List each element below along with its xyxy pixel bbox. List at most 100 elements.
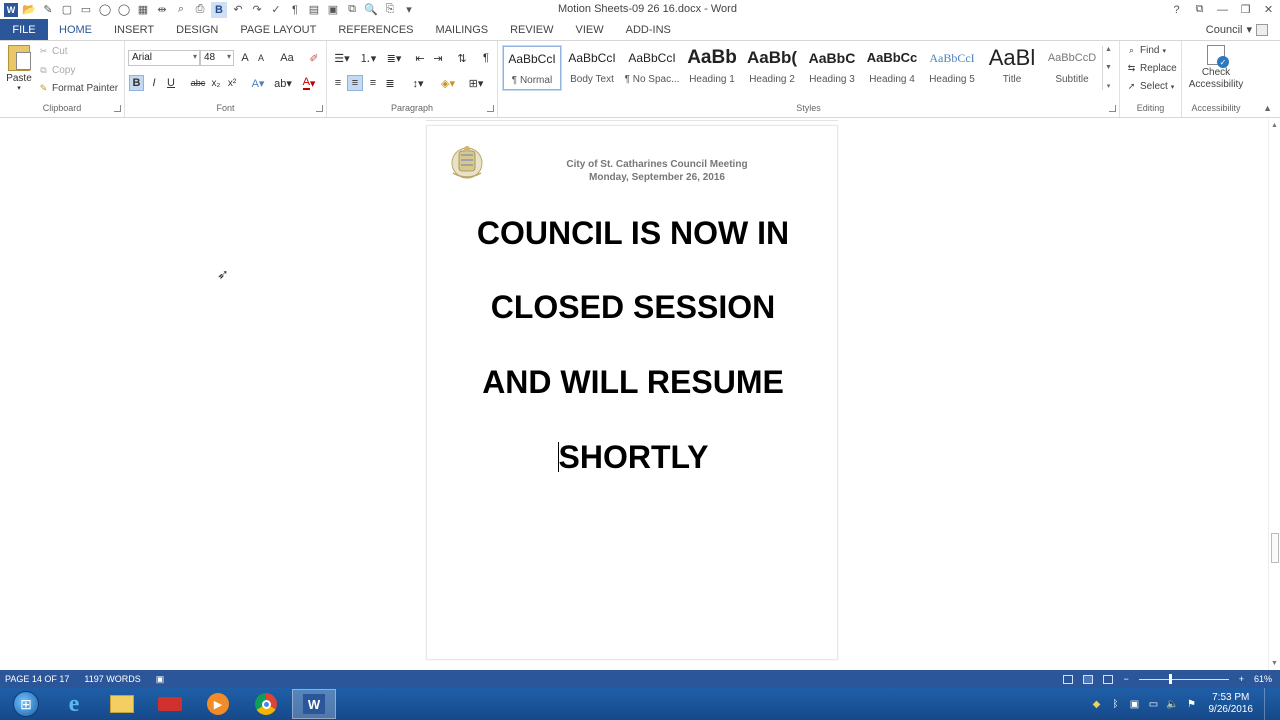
- bluetooth-icon[interactable]: ᛒ: [1110, 698, 1122, 710]
- minimize-button[interactable]: —: [1211, 0, 1234, 19]
- restore-button[interactable]: ❐: [1234, 0, 1257, 19]
- zoom-level[interactable]: 61%: [1254, 674, 1272, 684]
- select-button[interactable]: ➚ Select ▾: [1126, 81, 1175, 92]
- volume-icon[interactable]: 🔈: [1166, 698, 1178, 710]
- bold-button[interactable]: B: [129, 75, 144, 91]
- more-styles-icon[interactable]: ▾: [1107, 82, 1111, 90]
- circle-icon-2[interactable]: ◯: [116, 2, 132, 18]
- tab-file[interactable]: FILE: [0, 19, 48, 40]
- close-button[interactable]: ✕: [1257, 0, 1280, 19]
- taskbar-chrome[interactable]: [244, 689, 288, 719]
- chevron-down-icon[interactable]: ▼: [1105, 64, 1112, 71]
- style-heading-2[interactable]: AaBb( Heading 2: [743, 46, 801, 90]
- decrease-indent-icon[interactable]: ⇤: [413, 50, 427, 66]
- spelling-check-icon[interactable]: ✓: [268, 2, 284, 18]
- underline-button[interactable]: U: [165, 75, 177, 91]
- align-left-icon[interactable]: ≡: [331, 75, 345, 91]
- vertical-scrollbar[interactable]: ▲ ▼: [1268, 119, 1280, 670]
- font-family-select[interactable]: Arial: [128, 50, 200, 66]
- format-painter-icon[interactable]: ✎: [40, 2, 56, 18]
- help-icon[interactable]: ?: [1165, 0, 1188, 19]
- style-body-text[interactable]: AaBbCcI Body Text: [563, 46, 621, 90]
- body-line-4-wrap[interactable]: SHORTLY: [427, 439, 839, 476]
- body-line-2[interactable]: CLOSED SESSION: [427, 289, 839, 326]
- sort-icon[interactable]: ⇅: [455, 50, 469, 66]
- shield-icon[interactable]: ◆: [1091, 698, 1103, 710]
- clear-formatting-icon[interactable]: ✐: [307, 50, 321, 66]
- open-icon[interactable]: ▤: [306, 2, 322, 18]
- bullets-icon[interactable]: ☰▾: [331, 50, 353, 66]
- shrink-font-button[interactable]: A: [254, 50, 268, 66]
- styles-dialog-launcher-icon[interactable]: [1109, 105, 1116, 112]
- tab-home[interactable]: HOME: [48, 19, 103, 40]
- new-document-icon[interactable]: ▢: [59, 2, 75, 18]
- tab-view[interactable]: VIEW: [565, 19, 615, 40]
- body-line-3[interactable]: AND WILL RESUME: [427, 364, 839, 401]
- attach-icon[interactable]: ⎘: [382, 2, 398, 18]
- style-title[interactable]: AaBl Title: [983, 46, 1041, 90]
- copy-button[interactable]: ⧉ Copy: [38, 65, 75, 76]
- style-normal[interactable]: AaBbCcI ¶ Normal: [502, 45, 562, 91]
- borders-icon[interactable]: ⊞▾: [465, 75, 487, 91]
- highlight-color-icon[interactable]: ab▾: [273, 75, 293, 91]
- read-mode-icon[interactable]: [1063, 674, 1074, 684]
- font-color-button[interactable]: A ▾: [299, 75, 319, 91]
- format-painter-button[interactable]: ✎ Format Painter: [38, 83, 118, 94]
- tab-add-ins[interactable]: ADD-INS: [615, 19, 682, 40]
- check-accessibility-button[interactable]: ✓ Check Accessibility: [1186, 45, 1246, 91]
- document-workspace[interactable]: City of St. Catharines Council Meeting M…: [0, 119, 1268, 670]
- paragraph-dialog-launcher-icon[interactable]: [487, 105, 494, 112]
- scroll-up-icon[interactable]: ▲: [1271, 122, 1278, 129]
- copy-page-icon[interactable]: ⧉: [344, 2, 360, 18]
- taskbar-app-red[interactable]: [148, 689, 192, 719]
- style-heading-4[interactable]: AaBbCc Heading 4: [863, 46, 921, 90]
- taskbar-internet-explorer[interactable]: e: [52, 689, 96, 719]
- collapse-ribbon-icon[interactable]: ▲: [1263, 103, 1272, 113]
- tab-design[interactable]: DESIGN: [165, 19, 229, 40]
- customize-qat-icon[interactable]: ▾: [401, 2, 417, 18]
- network-icon[interactable]: ▣: [1129, 698, 1141, 710]
- word-count[interactable]: 1197 WORDS: [84, 674, 140, 684]
- italic-button[interactable]: I: [148, 75, 160, 91]
- align-right-icon[interactable]: ≡: [366, 75, 380, 91]
- ribbon-display-options-icon[interactable]: ⧉: [1188, 0, 1211, 19]
- print-preview-icon[interactable]: ⎙: [192, 2, 208, 18]
- style-heading-1[interactable]: AaBb Heading 1: [683, 46, 741, 90]
- font-dialog-launcher-icon[interactable]: [316, 105, 323, 112]
- print-layout-icon[interactable]: [1083, 674, 1094, 684]
- zoom-out-icon[interactable]: −: [1123, 674, 1128, 684]
- undo-icon[interactable]: ↶: [230, 2, 246, 18]
- change-case-button[interactable]: Aa: [276, 50, 298, 66]
- taskbar-media-player[interactable]: ▶: [196, 689, 240, 719]
- save-icon[interactable]: ▣: [325, 2, 341, 18]
- tab-mailings[interactable]: MAILINGS: [425, 19, 500, 40]
- grow-font-button[interactable]: A: [238, 50, 252, 66]
- shading-icon[interactable]: ◈▾: [437, 75, 459, 91]
- taskbar-file-explorer[interactable]: [100, 689, 144, 719]
- subscript-button[interactable]: x₂: [209, 75, 223, 91]
- power-icon[interactable]: ▭: [1148, 698, 1160, 710]
- style-heading-3[interactable]: AaBbC Heading 3: [803, 46, 861, 90]
- insert-row-icon[interactable]: ⇹: [154, 2, 170, 18]
- cut-button[interactable]: ✂ Cut: [38, 46, 68, 57]
- binoculars-icon[interactable]: ⌕: [173, 2, 189, 18]
- scrollbar-thumb[interactable]: [1271, 533, 1279, 563]
- style-heading-5[interactable]: AaBbCcI Heading 5: [923, 46, 981, 90]
- account-menu[interactable]: Council ▾: [1206, 23, 1268, 36]
- page-icon[interactable]: ▭: [78, 2, 94, 18]
- text-effects-icon[interactable]: A▾: [249, 75, 267, 91]
- paragraph-mark-icon[interactable]: ¶: [287, 2, 303, 18]
- paste-button[interactable]: Paste ▾: [5, 45, 33, 92]
- superscript-button[interactable]: x²: [225, 75, 239, 91]
- style-no-spacing[interactable]: AaBbCcI ¶ No Spac...: [623, 46, 681, 90]
- document-page[interactable]: City of St. Catharines Council Meeting M…: [426, 125, 838, 660]
- increase-indent-icon[interactable]: ⇥: [431, 50, 445, 66]
- multilevel-list-icon[interactable]: ≣▾: [383, 50, 405, 66]
- circle-icon[interactable]: ◯: [97, 2, 113, 18]
- word-app-icon[interactable]: W: [4, 2, 18, 17]
- align-center-icon[interactable]: ≡: [347, 75, 363, 91]
- zoom-slider-thumb[interactable]: [1168, 673, 1172, 684]
- show-formatting-marks-icon[interactable]: ¶: [479, 50, 493, 66]
- scroll-down-icon[interactable]: ▼: [1271, 660, 1278, 667]
- tab-references[interactable]: REFERENCES: [327, 19, 424, 40]
